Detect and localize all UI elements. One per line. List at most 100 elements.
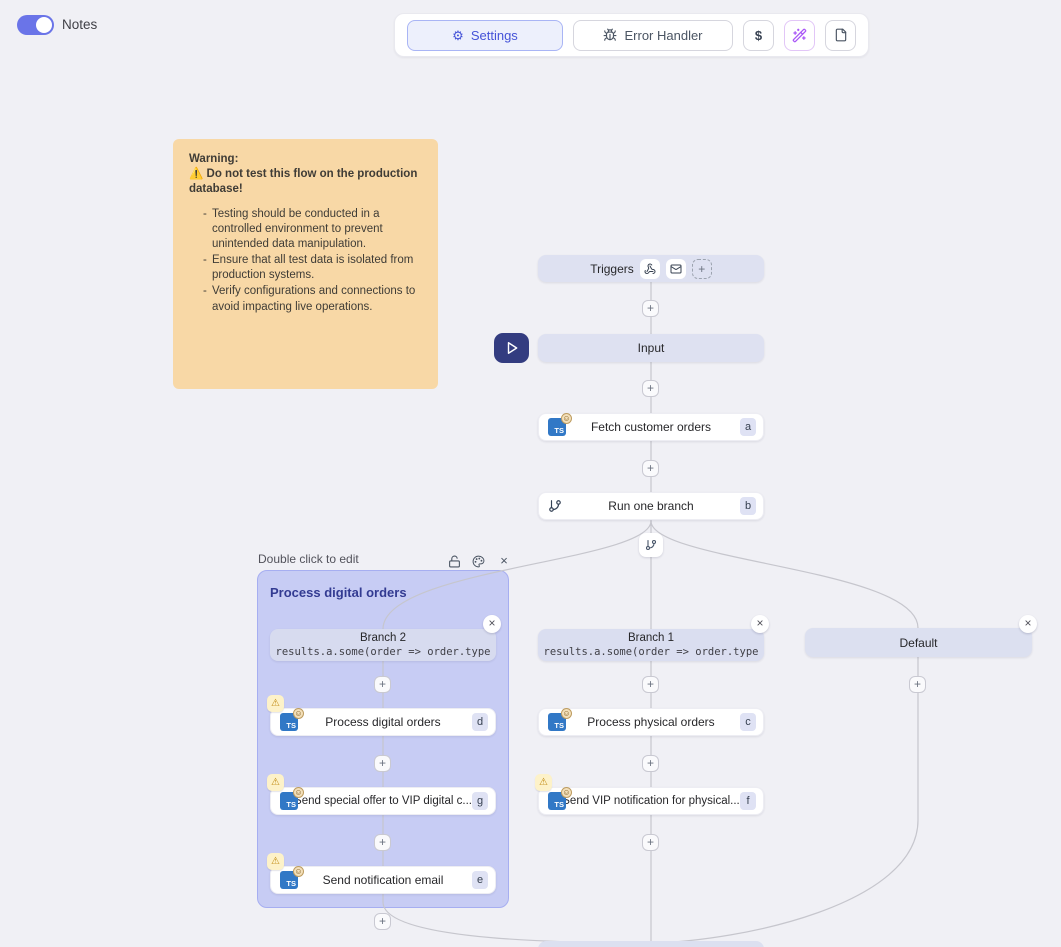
step-label: Send special offer to VIP digital c...	[294, 795, 472, 807]
document-icon	[834, 28, 848, 42]
warning-badge-icon: ⚠	[267, 695, 284, 712]
emoji-badge-icon: ☺	[293, 708, 304, 719]
step-fetch-customer-orders[interactable]: TS ☺ Fetch customer orders a	[538, 413, 764, 441]
note-alert-line: ⚠️ Do not test this flow on the producti…	[189, 167, 422, 197]
step-process-physical-orders[interactable]: TS ☺ Process physical orders c	[538, 708, 764, 736]
step-send-notification-email[interactable]: TS ☺ Send notification email e	[270, 866, 496, 894]
triggers-label: Triggers	[590, 262, 634, 276]
input-label: Input	[638, 341, 665, 355]
note-title: Warning:	[189, 152, 422, 167]
dollar-button[interactable]: $	[743, 20, 774, 51]
add-trigger-button[interactable]: +	[692, 259, 712, 279]
step-id-badge: b	[740, 497, 756, 515]
emoji-badge-icon: ☺	[561, 787, 572, 798]
step-label: Send notification email	[323, 873, 444, 887]
step-label: Send VIP notification for physical...	[562, 795, 740, 807]
add-step-button[interactable]: +	[374, 834, 391, 851]
group-title: Process digital orders	[270, 585, 407, 600]
branch-group-box[interactable]	[257, 570, 509, 908]
play-icon	[505, 341, 519, 355]
step-process-digital-orders[interactable]: TS ☺ Process digital orders d	[270, 708, 496, 736]
warning-badge-icon: ⚠	[267, 853, 284, 870]
dollar-icon: $	[755, 28, 762, 43]
step-label: Run one branch	[608, 499, 693, 513]
toggle-knob	[36, 17, 52, 33]
step-label: Fetch customer orders	[591, 420, 711, 434]
typescript-icon: TS ☺	[548, 792, 566, 810]
step-label: Process digital orders	[325, 715, 440, 729]
add-step-button[interactable]: +	[909, 676, 926, 693]
default-branch-close-button[interactable]: ×	[1019, 615, 1037, 633]
note-list-item: Testing should be conducted in a control…	[203, 207, 422, 253]
add-step-button[interactable]: +	[642, 300, 659, 317]
email-trigger-icon[interactable]	[666, 259, 686, 279]
branch2-condition: results.a.some(order => order.type	[276, 646, 491, 658]
warning-badge-icon: ⚠	[535, 774, 552, 791]
notes-label: Notes	[62, 17, 97, 32]
ai-wand-button[interactable]	[784, 20, 815, 51]
close-glyph: ×	[500, 553, 508, 568]
typescript-icon: TS ☺	[280, 713, 298, 731]
step-id-badge: g	[472, 792, 488, 810]
flow-canvas[interactable]: Notes ⚙ Settings Error Handler $ War	[0, 0, 1061, 947]
add-step-button[interactable]: +	[642, 755, 659, 772]
add-step-button[interactable]: +	[642, 676, 659, 693]
typescript-icon: TS ☺	[548, 418, 566, 436]
add-step-button[interactable]: +	[642, 380, 659, 397]
add-step-button[interactable]: +	[374, 676, 391, 693]
step-id-badge: f	[740, 792, 756, 810]
emoji-badge-icon: ☺	[561, 413, 572, 424]
toolbar: ⚙ Settings Error Handler $	[394, 13, 869, 57]
error-handler-label: Error Handler	[624, 28, 702, 43]
webhook-icon[interactable]	[640, 259, 660, 279]
gear-icon: ⚙	[452, 29, 464, 42]
triggers-node[interactable]: Triggers +	[538, 255, 764, 282]
step-id-badge: c	[740, 713, 756, 731]
group-edit-hint: Double click to edit	[258, 552, 359, 566]
note-alert-text: Do not test this flow on the production …	[189, 168, 417, 195]
note-list-item: Verify configurations and connections to…	[203, 284, 422, 314]
branch1-condition: results.a.some(order => order.type	[544, 646, 759, 658]
palette-icon[interactable]	[470, 553, 486, 569]
step-label: Process physical orders	[587, 715, 714, 729]
flow-edges	[0, 0, 1061, 947]
document-button[interactable]	[825, 20, 856, 51]
default-branch-header[interactable]: Default	[805, 628, 1032, 657]
branch1-close-button[interactable]: ×	[751, 615, 769, 633]
emoji-badge-icon: ☺	[293, 866, 304, 877]
settings-button[interactable]: ⚙ Settings	[407, 20, 563, 51]
warning-badge-icon: ⚠	[267, 774, 284, 791]
group-close-icon[interactable]: ×	[496, 552, 512, 568]
settings-button-label: Settings	[471, 28, 518, 43]
add-step-button[interactable]: +	[374, 913, 391, 930]
step-send-special-offer[interactable]: TS ☺ Send special offer to VIP digital c…	[270, 787, 496, 815]
typescript-icon: TS ☺	[280, 792, 298, 810]
typescript-icon: TS ☺	[280, 871, 298, 889]
branch2-close-button[interactable]: ×	[483, 615, 501, 633]
add-step-button[interactable]: +	[642, 834, 659, 851]
step-run-one-branch[interactable]: Run one branch b	[538, 492, 764, 520]
add-step-button[interactable]: +	[374, 755, 391, 772]
emoji-badge-icon: ☺	[561, 708, 572, 719]
note-list: Testing should be conducted in a control…	[189, 207, 422, 315]
input-node[interactable]: Input	[538, 334, 764, 362]
run-flow-button[interactable]	[494, 333, 529, 363]
warning-emoji-icon: ⚠️	[189, 168, 203, 180]
note-list-item: Ensure that all test data is isolated fr…	[203, 253, 422, 283]
typescript-icon: TS ☺	[548, 713, 566, 731]
branch-split-icon[interactable]	[639, 533, 663, 557]
unlock-icon[interactable]	[446, 553, 462, 569]
error-handler-button[interactable]: Error Handler	[573, 20, 733, 51]
branch1-header[interactable]: Branch 1 results.a.some(order => order.t…	[538, 629, 764, 661]
step-id-badge: d	[472, 713, 488, 731]
notes-toggle[interactable]	[17, 15, 54, 35]
branch2-title: Branch 2	[360, 632, 406, 646]
step-send-vip-notification[interactable]: TS ☺ Send VIP notification for physical.…	[538, 787, 764, 815]
warning-note[interactable]: Warning: ⚠️ Do not test this flow on the…	[173, 139, 438, 389]
branch2-header[interactable]: Branch 2 results.a.some(order => order.t…	[270, 629, 496, 661]
step-id-badge: a	[740, 418, 756, 436]
magic-wand-icon	[792, 28, 807, 43]
merge-node[interactable]	[538, 941, 764, 947]
emoji-badge-icon: ☺	[293, 787, 304, 798]
add-step-button[interactable]: +	[642, 460, 659, 477]
